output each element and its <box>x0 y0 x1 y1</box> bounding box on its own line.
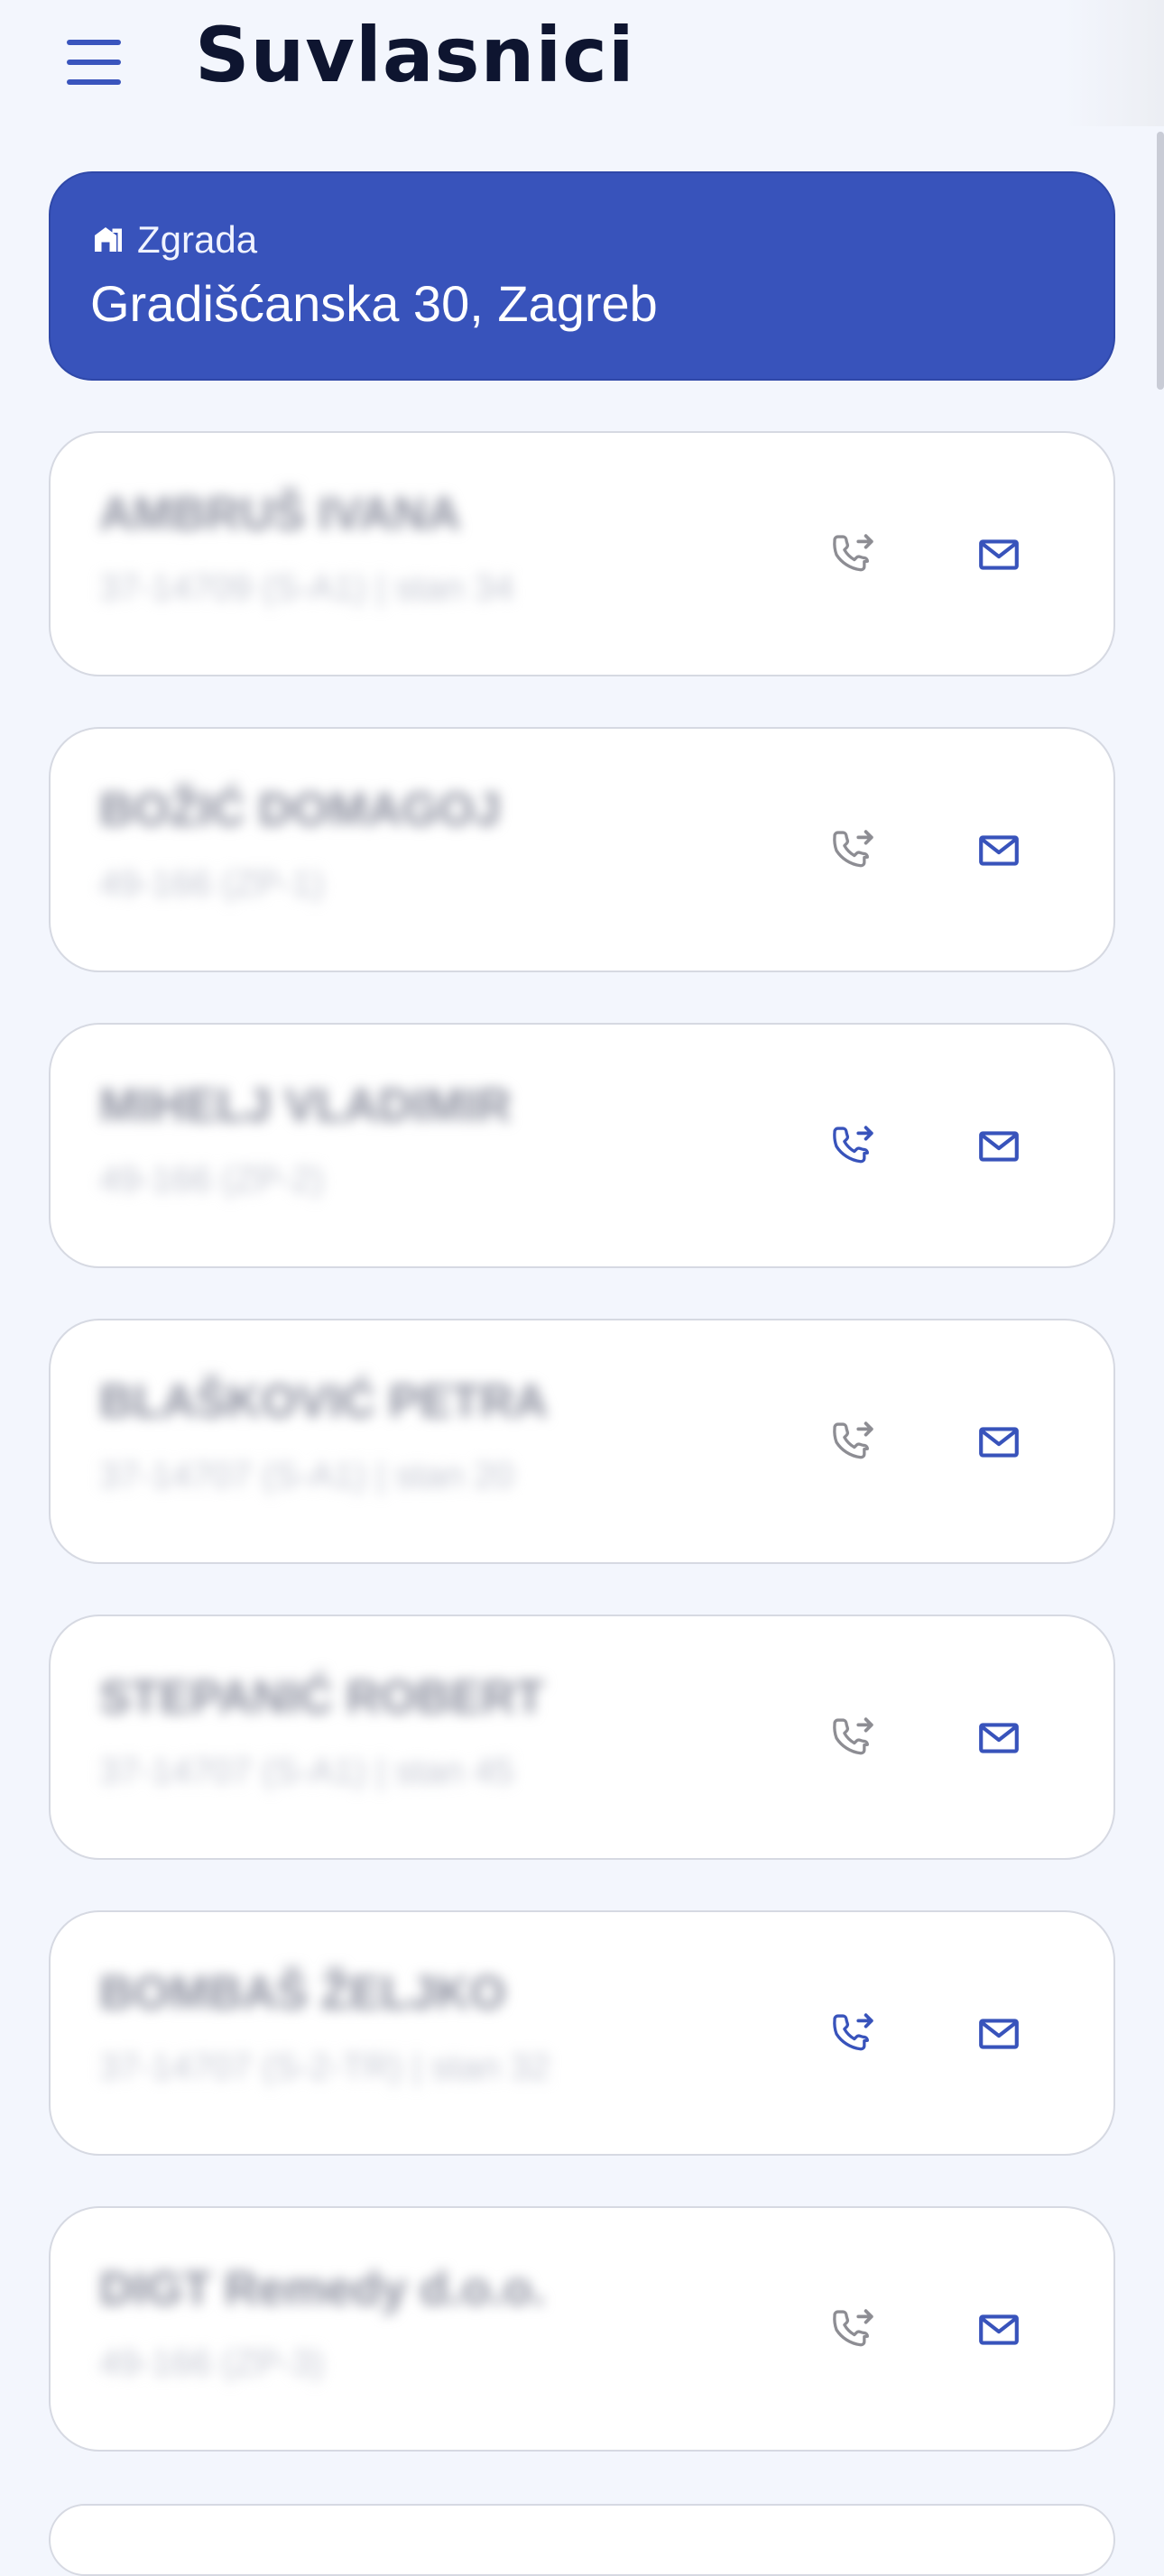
owner-name: AMBRUŠ IVANA <box>99 488 461 540</box>
phone-forward-icon[interactable] <box>818 2295 888 2365</box>
owner-unit-detail: 49-166 (ZP-1) <box>99 864 324 904</box>
mail-icon[interactable] <box>964 520 1034 590</box>
phone-forward-icon[interactable] <box>818 1407 888 1477</box>
header-shadow <box>1065 0 1164 126</box>
owner-unit-detail: 37-14707 (S-2-TR) | stan 32 <box>99 2047 550 2087</box>
phone-forward-icon[interactable] <box>818 1111 888 1182</box>
owner-card[interactable]: AMBRUŠ IVANA 37-14709 (S-A1) | stan 34 <box>49 431 1115 676</box>
owner-card-partial[interactable] <box>49 2504 1115 2576</box>
owner-name: BOMBAŠ ŽELJKO <box>99 1967 506 2019</box>
mail-icon[interactable] <box>964 2295 1034 2365</box>
owner-unit-detail: 37-14707 (S-A1) | stan 20 <box>99 1456 514 1495</box>
menu-line <box>67 60 121 65</box>
mail-icon[interactable] <box>964 815 1034 886</box>
owner-card[interactable]: BLAŠKOVIĆ PETRA 37-14707 (S-A1) | stan 20 <box>49 1319 1115 1564</box>
owner-card[interactable]: BOŽIĆ DOMAGOJ 49-166 (ZP-1) <box>49 727 1115 972</box>
menu-line <box>67 79 121 85</box>
owner-name: BOŽIĆ DOMAGOJ <box>99 784 501 836</box>
building-address: Gradišćanska 30, Zagreb <box>90 275 658 332</box>
owner-unit-detail: 49-166 (ZP-3) <box>99 2343 324 2383</box>
page-title: Suvlasnici <box>195 11 635 99</box>
owner-unit-detail: 37-14709 (S-A1) | stan 34 <box>99 568 514 608</box>
mail-icon[interactable] <box>964 1703 1034 1773</box>
owner-name: BLAŠKOVIĆ PETRA <box>99 1375 548 1428</box>
owner-card[interactable]: STEPANIĆ ROBERT 37-14707 (S-A1) | stan 45 <box>49 1615 1115 1860</box>
mail-icon[interactable] <box>964 1111 1034 1182</box>
phone-forward-icon[interactable] <box>818 520 888 590</box>
owner-card[interactable]: MIHELJ VLADIMIR 49-166 (ZP-2) <box>49 1023 1115 1268</box>
owner-name: MIHELJ VLADIMIR <box>99 1080 512 1132</box>
owner-unit-detail: 49-166 (ZP-2) <box>99 1160 324 1200</box>
building-icon <box>92 222 125 259</box>
scrollbar[interactable] <box>1157 132 1164 390</box>
menu-line <box>67 40 121 45</box>
menu-icon[interactable] <box>67 40 130 85</box>
owner-card[interactable]: BOMBAŠ ŽELJKO 37-14707 (S-2-TR) | stan 32 <box>49 1910 1115 2156</box>
owner-name: STEPANIĆ ROBERT <box>99 1671 545 1724</box>
phone-forward-icon[interactable] <box>818 815 888 886</box>
owner-name: DIGT Remedy d.o.o. <box>99 2263 546 2315</box>
building-card[interactable]: Zgrada Gradišćanska 30, Zagreb <box>49 171 1115 381</box>
mail-icon[interactable] <box>964 1999 1034 2069</box>
top-app-bar: Suvlasnici <box>0 0 1164 126</box>
owner-card[interactable]: DIGT Remedy d.o.o. 49-166 (ZP-3) <box>49 2206 1115 2452</box>
owner-unit-detail: 37-14707 (S-A1) | stan 45 <box>99 1752 514 1791</box>
building-label: Zgrada <box>137 218 258 261</box>
phone-forward-icon[interactable] <box>818 1999 888 2069</box>
building-label-row: Zgrada <box>92 218 257 262</box>
phone-forward-icon[interactable] <box>818 1703 888 1773</box>
mail-icon[interactable] <box>964 1407 1034 1477</box>
